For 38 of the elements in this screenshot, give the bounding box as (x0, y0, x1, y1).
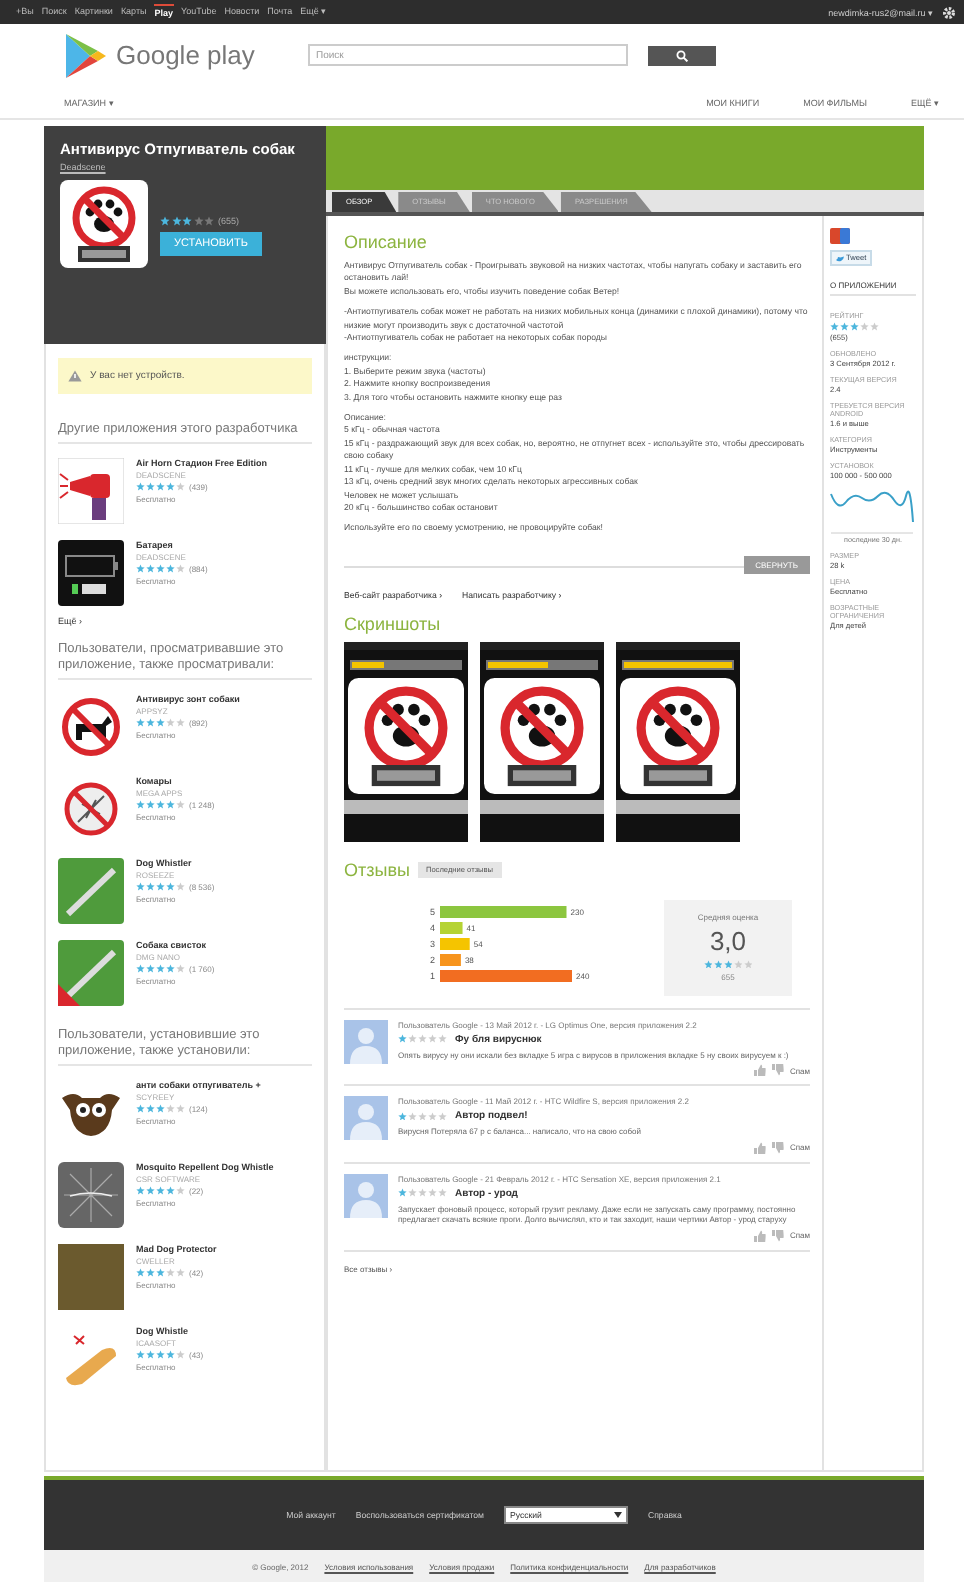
bar (440, 921, 463, 934)
status-bar (616, 641, 740, 650)
avatar-icon (344, 1173, 388, 1218)
app-icon (60, 179, 148, 267)
no-dog-icon (58, 694, 124, 760)
section-heading: Описание (344, 232, 429, 252)
web-pattern-icon (58, 1162, 124, 1228)
photo-placeholder (58, 1244, 124, 1310)
section-heading: Скриншоты (344, 613, 443, 634)
thumbs-down-icon (771, 1064, 784, 1077)
warning-icon (68, 370, 82, 382)
avatar-icon (344, 1019, 388, 1064)
battery-icon (58, 540, 124, 606)
avatar-icon (344, 1096, 388, 1141)
thumbs-up-icon (753, 1229, 766, 1242)
caret-icon (614, 1512, 622, 1518)
status-bar (344, 641, 468, 650)
thumbs-up-icon (753, 1064, 766, 1077)
section-heading: Отзывы (344, 859, 410, 880)
settings-icon (942, 5, 956, 19)
bar (440, 969, 572, 982)
thumbs-down-icon (771, 1229, 784, 1242)
whistle-icon (58, 940, 124, 1006)
search-button[interactable] (648, 45, 716, 65)
logo-text: Google play (116, 40, 255, 70)
thumbs-up-icon (753, 1141, 766, 1154)
average-rating: 3,0 (709, 925, 747, 956)
bar (440, 953, 461, 966)
thumbs-down-icon (771, 1141, 784, 1154)
bar (440, 905, 567, 918)
bar (440, 937, 470, 950)
google-plus-one-icon (830, 228, 850, 244)
play-logo-icon (64, 31, 108, 79)
horn-icon (58, 458, 124, 524)
search-icon (676, 49, 688, 61)
bird-icon (836, 255, 844, 261)
status-bar (480, 641, 604, 650)
whistle-icon (58, 858, 124, 924)
